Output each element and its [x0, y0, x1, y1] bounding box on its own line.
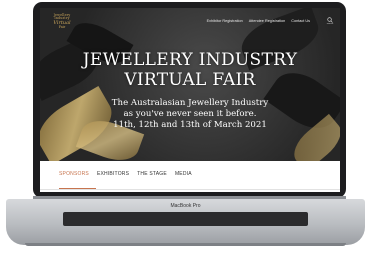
site-logo[interactable]: Jewellery Industry Virtual Fair: [46, 13, 78, 29]
laptop-screen: Jewellery Industry Virtual Fair Exhibito…: [40, 8, 340, 192]
tab-divider: [40, 189, 340, 190]
hero-title: JEWELLERY INDUSTRY VIRTUAL FAIR: [40, 50, 340, 90]
hero-banner: Jewellery Industry Virtual Fair Exhibito…: [40, 8, 340, 161]
tab-the-stage[interactable]: THE STAGE: [137, 171, 167, 177]
logo-line-3: Fair: [58, 24, 66, 29]
tab-sponsors[interactable]: SPONSORS: [59, 171, 89, 177]
section-tabs: SPONSORS EXHIBITORS THE STAGE MEDIA: [40, 161, 340, 192]
top-nav: Exhibitor Registration Attendee Registra…: [207, 19, 310, 23]
laptop-foot: [25, 243, 346, 246]
nav-exhibitor-registration[interactable]: Exhibitor Registration: [207, 19, 243, 23]
hero-subtitle: The Australasian Jewellery Industry as y…: [40, 98, 340, 131]
hero-subtitle-line-1: The Australasian Jewellery Industry: [111, 98, 269, 108]
tab-row: SPONSORS EXHIBITORS THE STAGE MEDIA: [59, 171, 192, 177]
tab-media[interactable]: MEDIA: [175, 171, 192, 177]
search-button[interactable]: search: [326, 17, 334, 25]
hero-title-line-1: JEWELLERY INDUSTRY: [82, 50, 298, 70]
nav-contact-us[interactable]: Contact Us: [291, 19, 310, 23]
active-tab-underline: [59, 188, 96, 189]
keyboard: [63, 212, 308, 226]
hero-dates: 11th, 12th and 13th of March 2021: [113, 120, 267, 130]
tab-exhibitors[interactable]: EXHIBITORS: [97, 171, 129, 177]
hero-subtitle-line-2: as you've never seen it before.: [123, 109, 257, 119]
nav-attendee-registration[interactable]: Attendee Registration: [249, 19, 286, 23]
hero-title-line-2: VIRTUAL FAIR: [124, 69, 256, 90]
model-label: MacBook Pro: [170, 203, 201, 209]
search-label: search: [326, 23, 334, 25]
